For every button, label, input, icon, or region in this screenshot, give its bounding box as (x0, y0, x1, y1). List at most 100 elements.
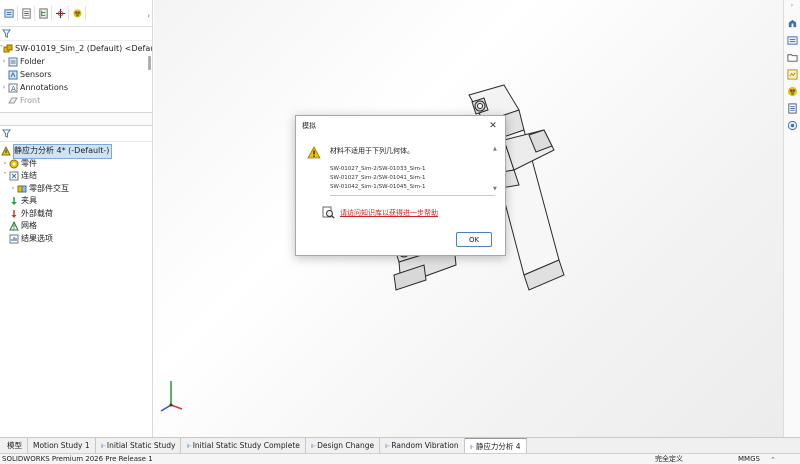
body-list-item: SW-01027_Sim-2/SW-01033_Sim-1 (330, 166, 426, 172)
tab-label: Motion Study 1 (33, 441, 90, 450)
filter-icon (2, 129, 11, 138)
unit-dropdown-icon[interactable]: ⌃ (770, 455, 776, 464)
knowledge-base-link[interactable]: 请访问知识库以获得进一步帮助 (340, 208, 438, 218)
appearances-icon[interactable] (785, 84, 800, 99)
svg-text:A: A (11, 85, 16, 93)
study-tree-item[interactable]: 结果选项 (0, 233, 152, 246)
feature-manager-panel: › ˅ SW-01019_Sim_2 (Default) <Default_Di… (0, 0, 153, 437)
tab-initial-static-study[interactable]: ⊩Initial Static Study (96, 438, 182, 453)
tab-label: Initial Static Study (106, 441, 176, 450)
panel-toolbar (0, 0, 152, 27)
study-tree-item-label: 连结 (21, 171, 37, 180)
panel-splitter[interactable] (0, 112, 152, 126)
parts-icon (9, 159, 19, 169)
tab-label: 静应力分析 4 (475, 442, 521, 451)
collapse-icon[interactable]: ˅ (1, 170, 9, 183)
feature-tree: ˅ SW-01019_Sim_2 (Default) <Default_Disp… (0, 42, 152, 108)
body-list-scrollbar[interactable]: ▲ ▼ (493, 146, 499, 192)
study-tree-item-label: 外部载荷 (21, 208, 53, 218)
feature-tree-item-label: Annotations (20, 83, 69, 92)
annotation-icon: A (8, 83, 18, 93)
app-version: SOLIDWORKS Premium 2026 Pre Release 1 (2, 455, 153, 463)
study-tree-item-label: 夹具 (21, 196, 37, 205)
study-tree-item-label: 零件 (21, 158, 37, 168)
folder-icon (8, 57, 18, 67)
definition-status: 完全定义 (655, 455, 683, 463)
design-library-icon[interactable] (785, 33, 800, 48)
expand-icon[interactable]: › (9, 183, 17, 196)
plane-icon (8, 96, 18, 106)
feature-tree-item[interactable]: › Folder (0, 55, 152, 68)
external-loads-icon (9, 209, 19, 219)
study-tab-icon: ⊩ (469, 444, 475, 451)
study-tree-item[interactable]: ˅ 连结 (0, 170, 152, 183)
study-tree-item[interactable]: 夹具 (0, 195, 152, 208)
feature-tree-root-label: SW-01019_Sim_2 (Default) <Default_Displa… (15, 44, 152, 53)
study-tree-item-label: 网格 (21, 221, 37, 230)
feature-tree-item-label: Front (20, 96, 41, 105)
study-tab-icon: ⊩ (310, 443, 317, 450)
feature-tree-item[interactable]: › A Annotations (0, 81, 152, 94)
tab-label: Design Change (317, 441, 375, 450)
sensor-icon (8, 70, 18, 80)
property-manager-tab-icon[interactable] (18, 5, 35, 21)
feature-tree-root[interactable]: ˅ SW-01019_Sim_2 (Default) <Default_Disp… (0, 42, 152, 55)
dimxpert-manager-tab-icon[interactable] (52, 5, 69, 21)
expand-icon[interactable]: › (0, 55, 8, 68)
study-tree-item[interactable]: 外部载荷 (0, 208, 152, 221)
warning-icon (307, 146, 321, 159)
study-tree-item[interactable]: 网格 (0, 220, 152, 233)
dialog-titlebar: 模拟 ✕ (296, 116, 505, 135)
fixtures-icon (9, 196, 19, 206)
display-manager-tab-icon[interactable] (69, 5, 86, 21)
tab-random-vibration[interactable]: ⊩Random Vibration (380, 438, 465, 453)
expand-icon[interactable]: › (1, 158, 9, 171)
coordinate-triad (160, 381, 183, 412)
tab-motion-study-1[interactable]: Motion Study 1 (28, 438, 96, 453)
study-tree-root-label: 静应力分析 4* (-Default-) (13, 144, 113, 159)
study-tree-item-label: 结果选项 (21, 233, 53, 243)
solidworks-resources-icon[interactable] (785, 16, 800, 31)
study-tab-icon: ⊩ (186, 443, 192, 450)
close-icon[interactable]: ✕ (487, 121, 499, 131)
knowledge-base-icon (322, 206, 335, 219)
body-list[interactable]: SW-01027_Sim-2/SW-01033_Sim-1 SW-01027_S… (330, 165, 500, 192)
tab-static-study-4[interactable]: ⊩静应力分析 4 (464, 438, 527, 453)
tab-initial-static-study-complete[interactable]: ⊩Initial Static Study Complete (181, 438, 306, 453)
expand-icon[interactable]: › (0, 81, 8, 94)
view-palette-icon[interactable] (785, 67, 800, 82)
study-tree-item-label: 零部件交互 (29, 183, 69, 193)
feature-manager-tab-icon[interactable] (1, 5, 18, 21)
study-tree-item[interactable]: › 零件 (0, 158, 152, 171)
static-study-icon (1, 146, 11, 156)
tab-model[interactable]: 模型 (2, 438, 28, 453)
study-tree-root[interactable]: 静应力分析 4* (-Default-) (0, 144, 152, 159)
dialog-body: 材料不适用于下列几何体。 SW-01027_Sim-2/SW-01033_Sim… (330, 142, 500, 194)
solidworks-forum-icon[interactable] (785, 118, 800, 133)
configuration-manager-tab-icon[interactable] (35, 5, 52, 21)
feature-tree-scrollbar[interactable] (148, 56, 151, 70)
ok-button[interactable]: OK (456, 232, 492, 247)
panel-expand-arrow-icon[interactable]: › (147, 12, 150, 20)
feature-tree-item[interactable]: Front (0, 94, 152, 107)
connections-icon (9, 171, 19, 181)
study-tree: 静应力分析 4* (-Default-) › 零件 ˅ 连结 › 零部件交互 夹… (0, 144, 152, 246)
custom-properties-icon[interactable] (785, 101, 800, 116)
file-explorer-icon[interactable] (785, 50, 800, 65)
dialog-divider (330, 195, 495, 196)
feature-tree-item-label: Sensors (20, 70, 52, 79)
unit-system[interactable]: MMGS (738, 454, 760, 464)
scroll-down-icon[interactable]: ▼ (493, 186, 497, 192)
task-pane-expand-icon[interactable]: › (784, 2, 800, 14)
study-tabs: 模型 Motion Study 1 ⊩Initial Static Study … (0, 437, 800, 453)
tab-design-change[interactable]: ⊩Design Change (306, 438, 381, 453)
feature-tree-item[interactable]: Sensors (0, 68, 152, 81)
status-bar: SOLIDWORKS Premium 2026 Pre Release 1 完全… (0, 453, 800, 464)
tree-filter[interactable] (0, 27, 152, 41)
scroll-up-icon[interactable]: ▲ (493, 146, 497, 152)
study-tree-item[interactable]: › 零部件交互 (0, 183, 152, 196)
study-tree-filter[interactable] (0, 126, 152, 142)
study-tab-icon: ⊩ (100, 443, 106, 450)
filter-icon (2, 29, 11, 38)
result-options-icon (9, 234, 19, 244)
